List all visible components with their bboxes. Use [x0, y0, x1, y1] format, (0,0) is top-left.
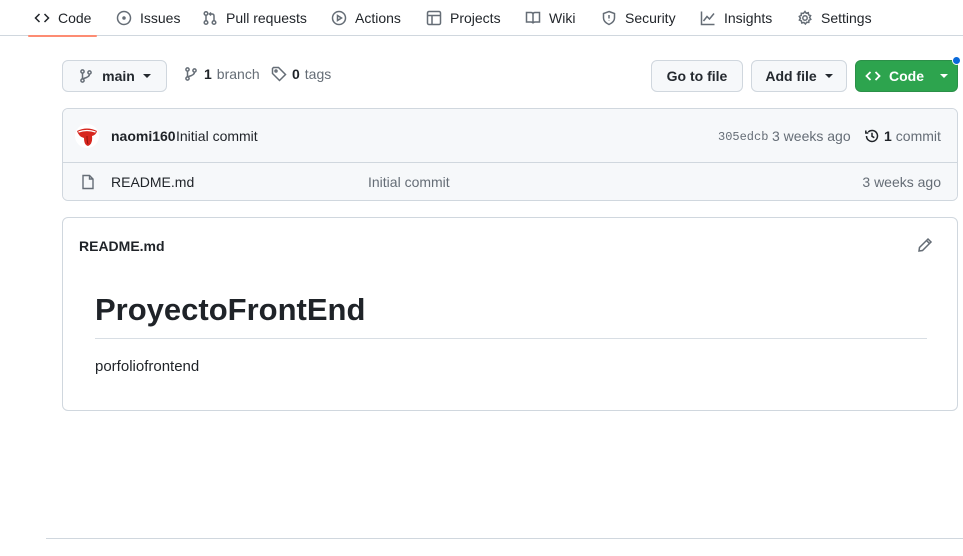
tab-pull-requests[interactable]: Pull requests: [202, 0, 307, 36]
table-icon: [426, 10, 442, 26]
tab-settings[interactable]: Settings: [797, 0, 872, 36]
file-icon: [80, 174, 96, 190]
tags-link[interactable]: 0 tags: [271, 66, 331, 82]
pull-request-icon: [203, 10, 217, 26]
branch-name: main: [102, 68, 135, 84]
tongue-logo-icon: [77, 128, 97, 146]
repo-nav: Code Issues Pull requests Actions Projec…: [0, 0, 963, 37]
file-row: README.md Initial commit 3 weeks ago: [63, 163, 957, 200]
go-to-file-button[interactable]: Go to file: [651, 60, 743, 92]
branches-link[interactable]: 1 branch: [183, 66, 260, 82]
tab-label: Actions: [355, 10, 401, 26]
commit-count: 1: [884, 128, 892, 144]
tab-code[interactable]: Code: [28, 0, 98, 37]
readme-heading: ProyectoFrontEnd: [95, 291, 927, 340]
tab-label: Wiki: [549, 10, 576, 26]
tab-label: Code: [58, 10, 92, 26]
chevron-down-icon: [940, 74, 948, 78]
tag-icon: [271, 66, 287, 82]
history-icon: [865, 129, 879, 143]
branch-word: branch: [216, 66, 260, 82]
book-icon: [525, 11, 541, 24]
footer-divider: [46, 538, 963, 539]
tab-issues[interactable]: Issues: [116, 0, 180, 36]
tab-actions[interactable]: Actions: [331, 0, 401, 36]
play-icon: [331, 10, 347, 26]
graph-icon: [700, 11, 715, 26]
add-file-label: Add file: [765, 68, 817, 84]
git-branch-icon: [185, 67, 197, 81]
readme-body: porfoliofrontend: [95, 358, 200, 375]
tab-label: Pull requests: [226, 10, 307, 26]
branch-count: 1: [204, 66, 212, 82]
file-listing: naomi160 Initial commit 305edcb 3 weeks …: [62, 108, 958, 201]
readme-box: README.md ProyectoFrontEnd porfoliofront…: [62, 217, 958, 411]
tab-insights[interactable]: Insights: [700, 0, 772, 36]
readme-filename-link[interactable]: README.md: [79, 238, 165, 254]
code-icon: [34, 13, 50, 23]
tab-projects[interactable]: Projects: [426, 0, 501, 36]
tab-label: Settings: [821, 10, 872, 26]
code-icon: [865, 71, 881, 81]
go-to-file-label: Go to file: [666, 68, 728, 84]
gear-icon: [798, 10, 812, 26]
commit-sha[interactable]: 305edcb: [718, 130, 768, 144]
add-file-button[interactable]: Add file: [751, 60, 847, 92]
shield-icon: [602, 10, 616, 26]
branch-select-button[interactable]: main: [62, 60, 167, 92]
tag-count: 0: [292, 66, 300, 82]
latest-commit-bar: naomi160 Initial commit 305edcb 3 weeks …: [63, 109, 957, 163]
commit-message[interactable]: Initial commit: [176, 128, 258, 144]
git-branch-icon: [80, 69, 93, 83]
tab-security[interactable]: Security: [601, 0, 676, 36]
commit-time: 3 weeks ago: [772, 128, 851, 144]
code-dropdown-button[interactable]: Code: [855, 60, 958, 92]
commit-word: commit: [895, 128, 941, 144]
pencil-icon[interactable]: [917, 237, 935, 255]
issue-icon: [116, 10, 132, 26]
tab-label: Projects: [450, 10, 501, 26]
chevron-down-icon: [824, 74, 833, 78]
commit-author[interactable]: naomi160: [111, 128, 176, 144]
tab-label: Security: [625, 10, 676, 26]
tab-wiki[interactable]: Wiki: [525, 0, 575, 36]
notification-dot: [952, 56, 961, 65]
commit-history-link[interactable]: 1 commit: [864, 128, 941, 144]
chevron-down-icon: [142, 74, 151, 78]
tag-word: tags: [304, 66, 332, 82]
file-name-link[interactable]: README.md: [111, 174, 194, 190]
file-commit-message[interactable]: Initial commit: [368, 174, 450, 190]
file-age: 3 weeks ago: [862, 174, 941, 190]
tab-label: Insights: [724, 10, 773, 26]
avatar[interactable]: [75, 124, 99, 148]
code-button-label: Code: [889, 68, 924, 84]
tab-label: Issues: [140, 10, 181, 26]
